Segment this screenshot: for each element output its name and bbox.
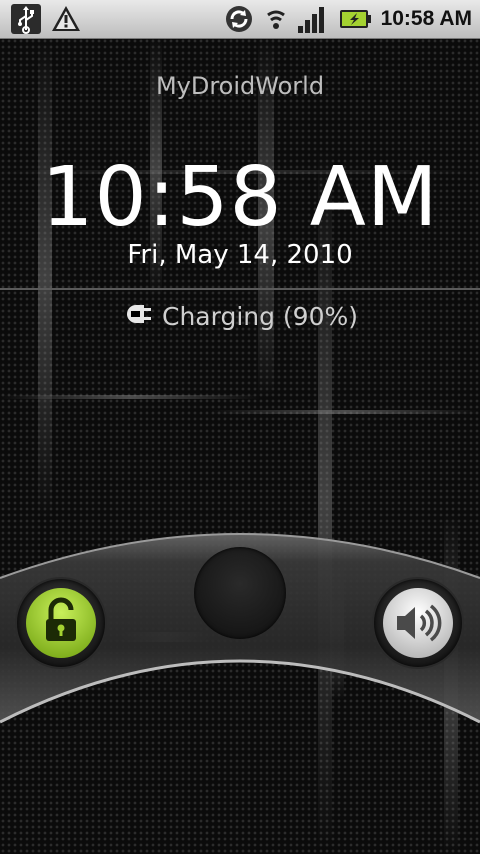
lockscreen-date: Fri, May 14, 2010 (127, 240, 353, 270)
sound-on-icon (383, 588, 453, 658)
carrier-label: MyDroidWorld (155, 72, 325, 100)
status-time: 10:58 AM (380, 7, 472, 30)
battery-charging-icon (339, 3, 371, 35)
slider-center-target (194, 547, 286, 639)
charging-status: Charging (90%) (0, 302, 480, 331)
sync-icon (223, 3, 255, 35)
unlock-button[interactable] (17, 579, 105, 667)
wallpaper-streak (0, 395, 260, 399)
lockscreen-clock: 10:58 AM (41, 150, 439, 245)
unlock-icon (26, 588, 96, 658)
wallpaper-streak (210, 410, 480, 414)
sound-toggle-button[interactable] (374, 579, 462, 667)
signal-icon (297, 3, 329, 35)
status-bar[interactable]: 10:58 AM (0, 0, 480, 39)
charging-plug-icon (122, 302, 152, 331)
divider (0, 288, 480, 290)
usb-icon (10, 3, 42, 35)
charging-text: Charging (90%) (161, 302, 358, 331)
wallpaper-streak (38, 38, 52, 518)
wifi-icon (265, 3, 287, 35)
warning-icon (50, 3, 82, 35)
